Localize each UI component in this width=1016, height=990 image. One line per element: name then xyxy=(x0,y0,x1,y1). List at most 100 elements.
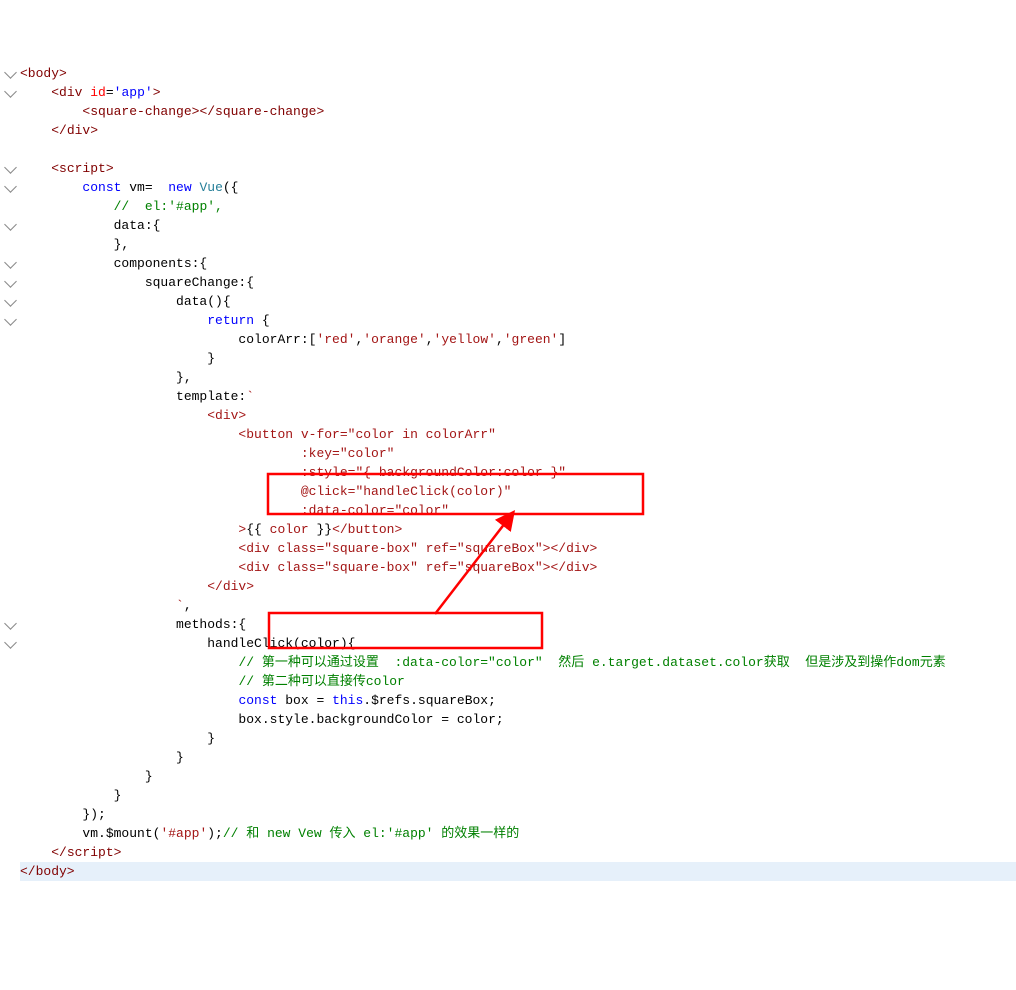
fold-gutter xyxy=(0,805,20,824)
code-content[interactable]: vm.$mount('#app');// 和 new Vew 传入 el:'#a… xyxy=(20,824,1016,843)
fold-gutter xyxy=(0,159,20,178)
code-line: }, xyxy=(0,368,1016,387)
fold-gutter xyxy=(0,311,20,330)
code-line: :style="{ backgroundColor:color }" xyxy=(0,463,1016,482)
code-content[interactable]: } xyxy=(20,767,1016,786)
fold-gutter xyxy=(0,463,20,482)
code-line: <div class="square-box" ref="squareBox">… xyxy=(0,558,1016,577)
fold-gutter xyxy=(0,748,20,767)
fold-arrow-icon[interactable] xyxy=(4,294,17,307)
fold-gutter xyxy=(0,843,20,862)
fold-arrow-icon[interactable] xyxy=(4,275,17,288)
code-line xyxy=(0,140,1016,159)
code-content[interactable]: } xyxy=(20,748,1016,767)
fold-gutter xyxy=(0,482,20,501)
code-content[interactable]: :key="color" xyxy=(20,444,1016,463)
code-content[interactable]: const vm= new Vue({ xyxy=(20,178,1016,197)
fold-gutter xyxy=(0,691,20,710)
code-content[interactable]: @click="handleClick(color)" xyxy=(20,482,1016,501)
code-content[interactable]: <body> xyxy=(20,64,1016,83)
code-content[interactable]: // el:'#app', xyxy=(20,197,1016,216)
code-line: } xyxy=(0,349,1016,368)
fold-gutter xyxy=(0,273,20,292)
code-line: colorArr:['red','orange','yellow','green… xyxy=(0,330,1016,349)
code-line: methods:{ xyxy=(0,615,1016,634)
code-content[interactable]: <script> xyxy=(20,159,1016,178)
code-content[interactable]: <div id='app'> xyxy=(20,83,1016,102)
code-content[interactable]: <div class="square-box" ref="squareBox">… xyxy=(20,558,1016,577)
code-content[interactable]: // 第二种可以直接传color xyxy=(20,672,1016,691)
fold-gutter xyxy=(0,767,20,786)
fold-arrow-icon[interactable] xyxy=(4,161,17,174)
fold-arrow-icon[interactable] xyxy=(4,180,17,193)
code-content[interactable]: `, xyxy=(20,596,1016,615)
code-content[interactable]: data:{ xyxy=(20,216,1016,235)
code-line: components:{ xyxy=(0,254,1016,273)
code-content[interactable]: :data-color="color" xyxy=(20,501,1016,520)
code-content[interactable]: const box = this.$refs.squareBox; xyxy=(20,691,1016,710)
code-line: <div class="square-box" ref="squareBox">… xyxy=(0,539,1016,558)
code-content[interactable]: </div> xyxy=(20,121,1016,140)
fold-gutter xyxy=(0,178,20,197)
fold-arrow-icon[interactable] xyxy=(4,636,17,649)
code-content[interactable]: </div> xyxy=(20,577,1016,596)
code-content[interactable]: }); xyxy=(20,805,1016,824)
code-content[interactable]: squareChange:{ xyxy=(20,273,1016,292)
fold-gutter xyxy=(0,368,20,387)
fold-arrow-icon[interactable] xyxy=(4,617,17,630)
code-content[interactable]: :style="{ backgroundColor:color }" xyxy=(20,463,1016,482)
fold-gutter xyxy=(0,83,20,102)
code-content[interactable]: </script> xyxy=(20,843,1016,862)
fold-gutter xyxy=(0,862,20,881)
code-line: >{{ color }}</button> xyxy=(0,520,1016,539)
fold-arrow-icon[interactable] xyxy=(4,218,17,231)
code-line: <square-change></square-change> xyxy=(0,102,1016,121)
code-content[interactable]: } xyxy=(20,729,1016,748)
code-line: @click="handleClick(color)" xyxy=(0,482,1016,501)
code-line: }); xyxy=(0,805,1016,824)
code-line: :data-color="color" xyxy=(0,501,1016,520)
code-content[interactable]: data(){ xyxy=(20,292,1016,311)
code-line: return { xyxy=(0,311,1016,330)
code-content[interactable]: <div class="square-box" ref="squareBox">… xyxy=(20,539,1016,558)
code-content[interactable]: <div> xyxy=(20,406,1016,425)
code-line: } xyxy=(0,729,1016,748)
code-line: <div> xyxy=(0,406,1016,425)
fold-gutter xyxy=(0,235,20,254)
code-editor: <body> <div id='app'> <square-change></s… xyxy=(0,64,1016,881)
code-content[interactable]: colorArr:['red','orange','yellow','green… xyxy=(20,330,1016,349)
fold-arrow-icon[interactable] xyxy=(4,256,17,269)
code-content[interactable]: </body> xyxy=(20,862,1016,881)
fold-arrow-icon[interactable] xyxy=(4,66,17,79)
fold-gutter xyxy=(0,254,20,273)
code-line: <button v-for="color in colorArr" xyxy=(0,425,1016,444)
fold-gutter xyxy=(0,729,20,748)
code-content[interactable] xyxy=(20,140,1016,159)
code-content[interactable]: } xyxy=(20,786,1016,805)
fold-gutter xyxy=(0,577,20,596)
code-content[interactable]: template:` xyxy=(20,387,1016,406)
code-content[interactable]: }, xyxy=(20,368,1016,387)
code-content[interactable]: }, xyxy=(20,235,1016,254)
fold-gutter xyxy=(0,64,20,83)
fold-gutter xyxy=(0,102,20,121)
code-line: data(){ xyxy=(0,292,1016,311)
code-line: }, xyxy=(0,235,1016,254)
fold-arrow-icon[interactable] xyxy=(4,85,17,98)
code-content[interactable]: <square-change></square-change> xyxy=(20,102,1016,121)
code-line: </body> xyxy=(0,862,1016,881)
code-content[interactable]: } xyxy=(20,349,1016,368)
code-content[interactable]: // 第一种可以通过设置 :data-color="color" 然后 e.ta… xyxy=(20,653,1016,672)
fold-arrow-icon[interactable] xyxy=(4,313,17,326)
code-line: } xyxy=(0,748,1016,767)
code-content[interactable]: return { xyxy=(20,311,1016,330)
code-content[interactable]: components:{ xyxy=(20,254,1016,273)
code-line: // 第二种可以直接传color xyxy=(0,672,1016,691)
code-content[interactable]: box.style.backgroundColor = color; xyxy=(20,710,1016,729)
code-content[interactable]: handleClick(color){ xyxy=(20,634,1016,653)
fold-gutter xyxy=(0,349,20,368)
code-content[interactable]: >{{ color }}</button> xyxy=(20,520,1016,539)
code-line: :key="color" xyxy=(0,444,1016,463)
code-content[interactable]: methods:{ xyxy=(20,615,1016,634)
code-content[interactable]: <button v-for="color in colorArr" xyxy=(20,425,1016,444)
